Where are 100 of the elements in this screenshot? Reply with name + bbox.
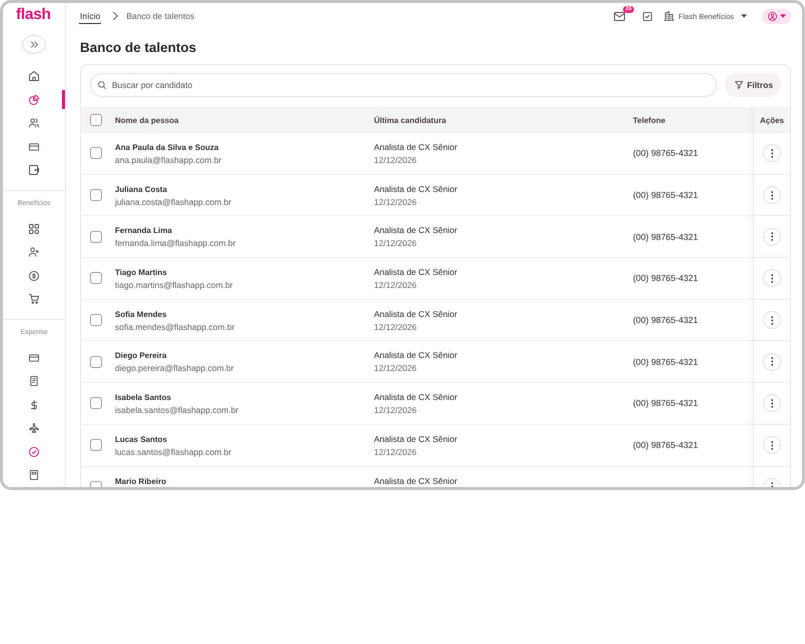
application-date: 12/12/2026: [374, 279, 417, 292]
more-icon: [770, 316, 774, 325]
position-title: Analista de CX Sênior: [374, 349, 458, 362]
phone-number: (00) 98765-4321: [633, 398, 698, 408]
row-checkbox[interactable]: [90, 147, 102, 160]
candidate-name: Tiago Martins: [115, 267, 167, 280]
candidate-name: Lucas Santos: [115, 434, 168, 446]
position-title: Analista de CX Sênior: [374, 266, 458, 280]
row-checkbox[interactable]: [90, 230, 102, 243]
more-button[interactable]: [763, 269, 781, 288]
caret-down-icon: [780, 14, 786, 18]
position-title: Analista de CX Sênior: [374, 432, 458, 446]
more-button[interactable]: [763, 394, 781, 412]
candidate-email: fernanda.lima@flashapp.com.br: [115, 237, 236, 250]
application-date: 12/12/2026: [374, 154, 417, 167]
wallet-icon: [29, 165, 39, 176]
column-header: Última candidatura: [374, 116, 446, 124]
more-icon: [770, 440, 774, 450]
row-checkbox[interactable]: [90, 356, 102, 368]
chevrons-right-icon: [30, 40, 38, 48]
pie-chart-icon: [29, 94, 39, 105]
candidate-email: sofia.mendes@flashapp.com.br: [115, 320, 235, 334]
candidate-name: Mario Ribeiro: [115, 476, 166, 487]
mail-icon: [614, 12, 625, 20]
position-title: Analista de CX Sênior: [374, 182, 458, 196]
phone-number: (00) 98765-4321: [633, 190, 698, 200]
phone-number: (00) 98765-4321: [633, 148, 698, 158]
tasks-button[interactable]: [642, 12, 652, 20]
position-title: Analista de CX Sênior: [374, 474, 458, 487]
candidate-email: diego.pereira@flashapp.com.br: [115, 362, 234, 376]
more-icon: [770, 357, 774, 366]
more-icon: [770, 190, 774, 200]
more-button[interactable]: [763, 186, 781, 204]
user-plus-icon: [29, 247, 39, 258]
position-title: Analista de CX Sênior: [374, 391, 458, 404]
breadcrumb-current: Banco de talentos: [126, 10, 194, 22]
more-icon: [770, 148, 774, 158]
row-checkbox[interactable]: [90, 439, 102, 452]
position-title: Analista de CX Sênior: [374, 308, 458, 321]
breadcrumb-link[interactable]: Início: [79, 8, 102, 24]
more-button[interactable]: [763, 144, 781, 162]
select-all-checkbox[interactable]: [90, 114, 102, 126]
candidate-email: lucas.santos@flashapp.com.br: [115, 446, 232, 459]
chevron-right-icon: [113, 12, 118, 20]
credit-card-icon: [29, 142, 39, 152]
phone-number: (00) 98765-4321: [633, 440, 698, 450]
row-checkbox[interactable]: [90, 272, 102, 284]
application-date: 12/12/2026: [374, 237, 417, 250]
dollar-coin-icon: [29, 270, 39, 281]
phone-number: (00) 98765-4321: [633, 273, 698, 284]
row-checkbox[interactable]: [90, 314, 102, 326]
search-field[interactable]: Buscar por candidato: [90, 73, 718, 97]
phone-number: (00) 98765-4321: [633, 356, 698, 367]
position-title: Analista de CX Sênior: [374, 224, 458, 238]
candidate-name: Juliana Costa: [115, 184, 168, 196]
row-checkbox[interactable]: [90, 397, 102, 410]
more-icon: [770, 398, 774, 408]
candidate-email: isabela.santos@flashapp.com.br: [115, 404, 238, 418]
profile-button[interactable]: [762, 8, 791, 24]
application-date: 12/12/2026: [374, 320, 417, 334]
candidate-email: tiago.martins@flashapp.com.br: [115, 279, 233, 292]
airplane-icon: [29, 423, 39, 434]
document-icon: [29, 470, 39, 480]
position-title: Analista de CX Sênior: [374, 141, 458, 154]
application-date: 12/12/2026: [374, 446, 417, 459]
column-header: Telefone: [633, 116, 666, 124]
apps-icon: [29, 224, 39, 234]
logo: flash: [16, 6, 51, 24]
candidate-name: Fernanda Lima: [115, 225, 172, 238]
filter-button[interactable]: Filtros: [725, 73, 781, 97]
candidate-email: ana.paula@flashapp.com.br: [115, 154, 222, 167]
check-square-icon: [642, 12, 652, 20]
application-date: 12/12/2026: [374, 404, 417, 418]
search-icon: [98, 81, 106, 89]
caret-down-icon: [741, 14, 747, 18]
column-header: Ações: [760, 116, 784, 124]
candidate-name: Sofia Mendes: [115, 308, 167, 321]
more-icon: [770, 232, 774, 242]
more-icon: [770, 274, 774, 283]
page-title: Banco de talentos: [80, 39, 196, 57]
phone-number: (00) 98765-4321: [633, 232, 698, 242]
credit-card-icon: [29, 352, 39, 363]
home-icon: [29, 71, 39, 82]
row-checkbox[interactable]: [90, 189, 102, 202]
more-button[interactable]: [763, 228, 781, 246]
more-button[interactable]: [763, 352, 781, 371]
users-icon: [29, 118, 39, 128]
candidate-name: Isabela Santos: [115, 392, 172, 404]
candidate-name: Diego Pereira: [115, 350, 167, 362]
more-button[interactable]: [763, 436, 781, 454]
dollar-icon: [29, 400, 39, 410]
candidate-email: juliana.costa@flashapp.com.br: [115, 196, 232, 209]
column-header: Nome da pessoa: [115, 116, 179, 124]
expand-button[interactable]: [22, 35, 46, 54]
application-date: 12/12/2026: [374, 362, 417, 376]
more-button[interactable]: [763, 311, 781, 330]
building-icon: [664, 11, 674, 21]
receipt-icon: [29, 376, 39, 386]
application-date: 12/12/2026: [374, 196, 417, 209]
user-circle-icon: [768, 12, 776, 20]
